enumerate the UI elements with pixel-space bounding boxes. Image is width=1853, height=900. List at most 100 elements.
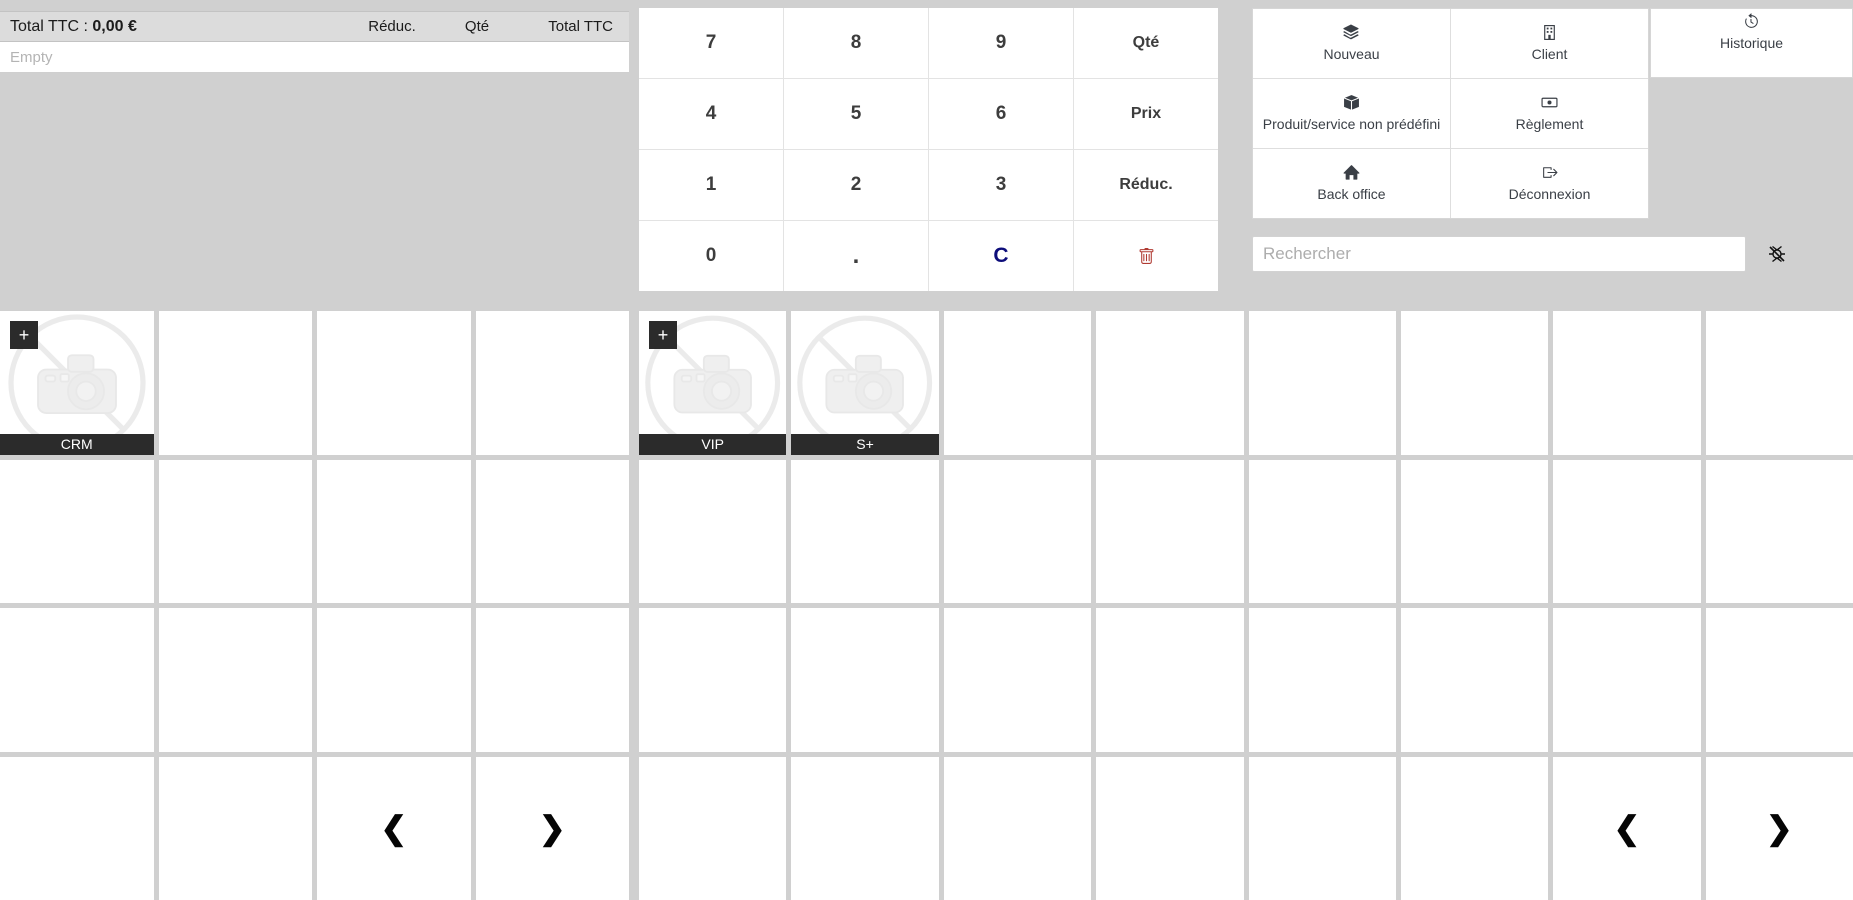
product-tile[interactable]: + CRM [0,311,154,455]
product-tile-empty [943,459,1092,603]
product-grid-left: + CRM ❮ ❯ [0,311,629,900]
product-tile[interactable]: S+ [791,311,939,455]
cart-empty-text: Empty [10,48,53,66]
history-button-wrap: Historique [1650,8,1853,78]
chevron-right-icon[interactable]: ❯ [1706,757,1853,900]
numpad-key-6[interactable]: 6 [929,79,1073,149]
pos-application: Total TTC : 0,00 € Réduc. Qté Total TTC … [0,0,1853,900]
action-buttons-panel: Nouveau Client Produit/service non prédéfi… [1252,8,1853,238]
numpad-key-2[interactable]: 2 [784,150,928,220]
cart-header: Total TTC : 0,00 € Réduc. Qté Total TTC [0,11,629,42]
product-tile-empty [791,608,939,752]
product-tile-empty [1400,608,1549,752]
action-button-label: Règlement [1515,116,1584,133]
chevron-left-icon[interactable]: ❮ [317,757,471,900]
numpad-prix-button[interactable]: Prix [1074,79,1218,149]
product-tile-empty [1096,311,1244,455]
product-tile-empty [943,311,1092,455]
product-tile-label: S+ [791,433,939,455]
product-tile-empty [1248,311,1396,455]
numpad-key-0[interactable]: 0 [639,221,783,291]
product-tile-empty [0,756,154,900]
cart-total: Total TTC : 0,00 € [10,18,137,36]
numpad-key-7[interactable]: 7 [639,8,783,78]
plus-icon[interactable]: + [10,321,38,349]
product-tile-empty [317,608,471,752]
numpad-rduc-button[interactable]: Réduc. [1074,150,1218,220]
product-tile-empty [943,608,1092,752]
action-button-client[interactable]: Client [1451,9,1648,78]
product-tile-empty [1705,608,1853,752]
product-tile-empty [158,608,312,752]
product-tile-empty [1553,311,1701,455]
plus-icon[interactable]: + [649,321,677,349]
product-grid-right: + VIP S+ ❮ ❯ [639,311,1853,900]
grid-left-prev-page-button[interactable]: ❮ [317,756,471,900]
product-tile-empty [1096,608,1244,752]
product-tile-empty [1096,459,1244,603]
grid-left-next-page-button[interactable]: ❯ [475,756,630,900]
action-buttons-grid: Nouveau Client Produit/service non prédéfi… [1252,8,1649,219]
product-tile-empty [1248,459,1396,603]
home-icon [1343,164,1360,181]
history-button[interactable]: Historique [1651,9,1852,56]
search-row [1252,234,1853,274]
action-button-label: Back office [1317,186,1386,203]
numpad-key-1[interactable]: 1 [639,150,783,220]
product-tile-label: VIP [639,433,787,455]
product-tile-empty [1705,311,1853,455]
grid-right-prev-page-button[interactable]: ❮ [1553,756,1701,900]
product-tile-empty [158,311,312,455]
product-tile-empty [1400,756,1549,900]
search-input[interactable] [1252,236,1746,272]
action-button-d-connexion[interactable]: Déconnexion [1451,149,1648,218]
product-tile-empty [791,756,939,900]
product-tile-empty [475,459,629,603]
product-tile-empty [1400,459,1549,603]
product-tile-empty [158,756,312,900]
numpad-qt-button[interactable]: Qté [1074,8,1218,78]
box-icon [1343,94,1360,111]
numpad-key-5[interactable]: 5 [784,79,928,149]
product-tile-empty [0,459,154,603]
history-button-label: Historique [1719,35,1784,51]
numpad-clear-button[interactable]: C [929,221,1073,291]
product-grids: + CRM ❮ ❯ + VIP S+ ❮ ❯ [0,311,1853,900]
action-button-nouveau[interactable]: Nouveau [1253,9,1450,78]
numpad-key-3[interactable]: 3 [929,150,1073,220]
action-button-back-office[interactable]: Back office [1253,149,1450,218]
trash-icon [1138,247,1155,266]
product-tile-empty [1553,459,1701,603]
product-tile[interactable]: + VIP [639,311,787,455]
layers-icon [1343,24,1360,41]
grid-right-next-page-button[interactable]: ❯ [1705,756,1853,900]
chevron-right-icon[interactable]: ❯ [476,757,630,900]
product-tile-label: CRM [0,433,154,455]
building-icon [1541,24,1558,41]
logout-icon [1541,164,1558,181]
cart-col-total: Total TTC [548,18,613,35]
numpad-key-8[interactable]: 8 [784,8,928,78]
cart-col-reduc: Réduc. [368,18,416,35]
product-tile-empty [475,608,629,752]
cart-empty-row: Empty [0,42,629,73]
numpad-key-9[interactable]: 9 [929,8,1073,78]
cart-col-qte: Qté [464,18,490,35]
product-tile-empty [317,311,471,455]
broken-image-icon[interactable] [1766,243,1788,265]
action-button-label: Nouveau [1323,46,1380,63]
top-section: Total TTC : 0,00 € Réduc. Qté Total TTC … [0,0,1853,311]
action-button-label: Déconnexion [1508,186,1591,203]
numpad-decimal-button[interactable]: . [784,221,928,291]
chevron-left-icon[interactable]: ❮ [1553,757,1700,900]
product-tile-empty [639,608,787,752]
product-tile-empty [158,459,312,603]
numpad-trash-button[interactable] [1074,221,1218,291]
product-tile-empty [1705,459,1853,603]
action-button-label: Client [1531,46,1568,63]
banknote-icon [1541,94,1558,111]
product-tile-empty [943,756,1092,900]
action-button-r-glement[interactable]: Règlement [1451,79,1648,148]
action-button-produit-service-non-pr-d-fini[interactable]: Produit/service non prédéfini [1253,79,1450,148]
numpad-key-4[interactable]: 4 [639,79,783,149]
